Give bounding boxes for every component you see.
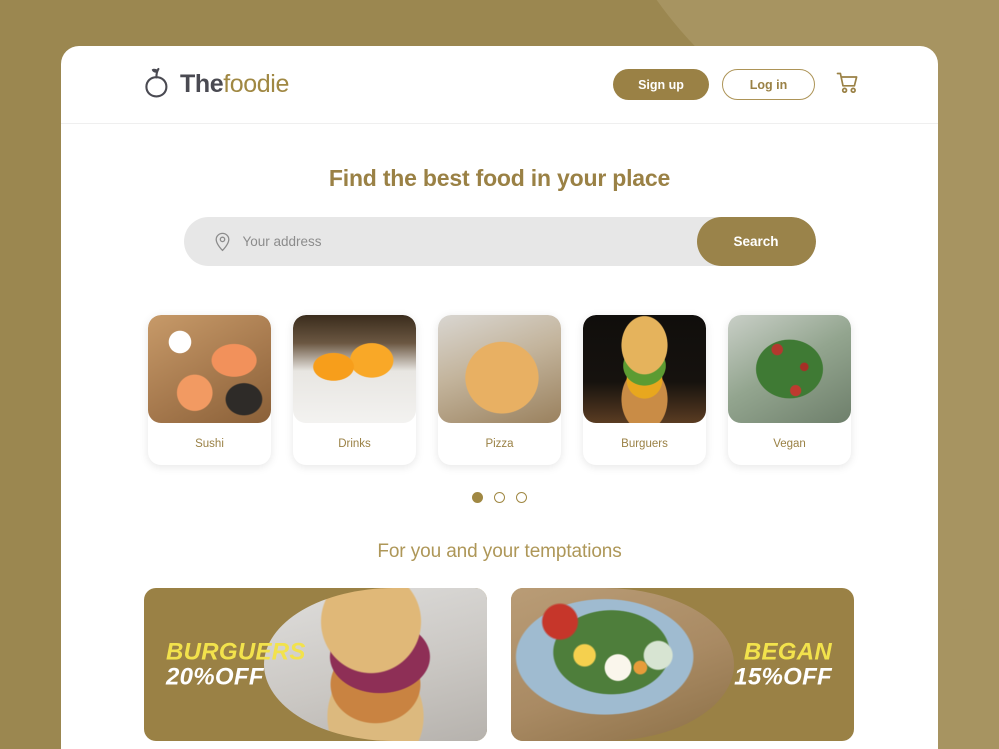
burger-photo (583, 315, 706, 423)
category-label: Drinks (338, 438, 371, 450)
carousel-dot-1[interactable] (472, 492, 483, 503)
promo-subline: 20%OFF (166, 663, 264, 691)
promo-card-began[interactable]: BEGAN 15%OFF (511, 588, 854, 741)
promo-headline: BURGUERS (166, 638, 306, 666)
promo-subline: 15%OFF (734, 663, 832, 691)
hero-section: Find the best food in your place Search (61, 124, 938, 266)
sushi-photo (148, 315, 271, 423)
promotions-title: For you and your temptations (377, 541, 622, 562)
site-header: Thefoodie Sign up Log in (61, 46, 938, 124)
app-window: Thefoodie Sign up Log in Find the best f… (61, 46, 938, 749)
apple-outline-icon (144, 67, 169, 103)
carousel-dot-3[interactable] (516, 492, 527, 503)
signup-button[interactable]: Sign up (613, 69, 709, 100)
vegan-salad-photo (728, 315, 851, 423)
category-label: Burguers (621, 438, 668, 450)
brand-name-primary: The (180, 70, 224, 98)
category-carousel: Sushi Drinks Pizza Burguers Vegan (61, 315, 938, 465)
login-button[interactable]: Log in (722, 69, 815, 100)
category-card-pizza[interactable]: Pizza (438, 315, 561, 465)
brand-text: Thefoodie (180, 70, 289, 99)
category-card-sushi[interactable]: Sushi (148, 315, 271, 465)
drinks-photo (293, 315, 416, 423)
brand-name-secondary: foodie (223, 70, 289, 98)
promo-headline: BEGAN (743, 638, 832, 666)
vegan-bowl-photo (511, 588, 734, 741)
search-bar: Search (183, 217, 816, 266)
search-button[interactable]: Search (696, 217, 816, 266)
pizza-photo (438, 315, 561, 423)
promotions-list: BURGUERS 20%OFF BEGAN 15%OFF (144, 588, 855, 741)
header-actions: Sign up Log in (613, 69, 860, 100)
search-input[interactable] (230, 217, 697, 266)
category-card-burguers[interactable]: Burguers (583, 315, 706, 465)
category-card-drinks[interactable]: Drinks (293, 315, 416, 465)
category-label: Pizza (485, 438, 514, 450)
category-label: Vegan (773, 438, 806, 450)
promo-text: BEGAN 15%OFF (734, 639, 832, 690)
promo-card-burguers[interactable]: BURGUERS 20%OFF (144, 588, 487, 741)
carousel-dots (61, 492, 938, 503)
page-background: Thefoodie Sign up Log in Find the best f… (0, 0, 999, 749)
page-title: Find the best food in your place (328, 165, 671, 191)
promo-text: BURGUERS 20%OFF (166, 639, 306, 690)
category-label: Sushi (195, 438, 224, 450)
category-card-vegan[interactable]: Vegan (728, 315, 851, 465)
cart-button[interactable] (828, 71, 860, 98)
brand-logo[interactable]: Thefoodie (144, 67, 289, 103)
shopping-cart-icon (835, 71, 860, 98)
location-pin-icon (214, 232, 231, 252)
carousel-dot-2[interactable] (494, 492, 505, 503)
